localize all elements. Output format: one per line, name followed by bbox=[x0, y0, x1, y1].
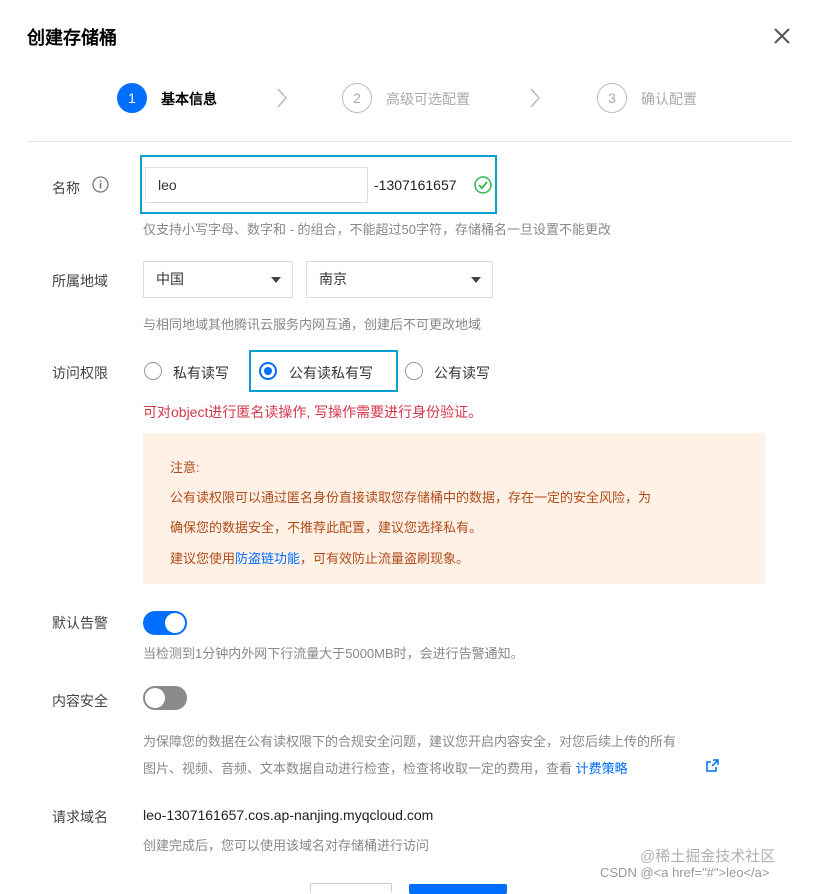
toggle-knob bbox=[145, 688, 165, 708]
name-help-text: 仅支持小写字母、数字和 - 的组合，不能超过50字符，存储桶名一旦设置不能更改 bbox=[143, 222, 612, 237]
access-label: 访问权限 bbox=[52, 365, 108, 381]
dropdown-caret-icon bbox=[471, 277, 481, 283]
next-button[interactable] bbox=[409, 884, 507, 894]
domain-help-text: 创建完成后，您可以使用该域名对存储桶进行访问 bbox=[143, 838, 430, 853]
check-circle-icon bbox=[474, 176, 492, 194]
bucket-name-suffix: -1307161657 bbox=[374, 177, 457, 193]
radio-public-readwrite-label[interactable]: 公有读写 bbox=[434, 363, 490, 383]
radio-private-label[interactable]: 私有读写 bbox=[173, 363, 229, 383]
access-warning: 可对object进行匿名读操作, 写操作需要进行身份验证。 bbox=[143, 404, 483, 420]
step-3-label: 确认配置 bbox=[641, 91, 697, 107]
chevron-right-icon bbox=[276, 87, 288, 109]
content-security-label: 内容安全 bbox=[52, 693, 108, 709]
step-1-label: 基本信息 bbox=[161, 91, 217, 107]
csdn-watermark: CSDN @<a href="#">leo</a> bbox=[600, 865, 770, 880]
notice-line-3: 建议您使用防盗链功能，可有效防止流量盗刷现象。 bbox=[170, 548, 469, 567]
notice-line-3-suffix: ，可有效防止流量盗刷现象。 bbox=[300, 551, 470, 566]
city-value: 南京 bbox=[319, 271, 347, 287]
step-2-number: 2 bbox=[342, 83, 372, 113]
close-icon[interactable] bbox=[770, 24, 794, 48]
dropdown-caret-icon bbox=[271, 277, 281, 283]
alarm-label: 默认告警 bbox=[52, 615, 108, 631]
content-security-help-1: 为保障您的数据在公有读权限下的合规安全问题，建议您开启内容安全，对您后续上传的所… bbox=[143, 734, 677, 749]
alarm-toggle[interactable] bbox=[143, 611, 187, 635]
step-3-number: 3 bbox=[597, 83, 627, 113]
notice-line-3-prefix: 建议您使用 bbox=[170, 551, 236, 566]
radio-public-readwrite[interactable] bbox=[405, 362, 423, 380]
radio-public-read-label[interactable]: 公有读私有写 bbox=[289, 363, 373, 383]
content-security-toggle[interactable] bbox=[143, 686, 187, 710]
notice-title: 注意: bbox=[170, 460, 200, 475]
previous-button[interactable] bbox=[310, 883, 392, 893]
dialog-title: 创建存储桶 bbox=[27, 28, 117, 48]
juejin-watermark: @稀土掘金技术社区 bbox=[640, 848, 776, 865]
content-security-help-2-text: 图片、视频、音频、文本数据自动进行检查，检查将收取一定的费用，查看 bbox=[143, 761, 573, 776]
bucket-name-input[interactable]: leo bbox=[145, 167, 368, 203]
content-security-help-2: 图片、视频、音频、文本数据自动进行检查，检查将收取一定的费用，查看 计费策略 bbox=[143, 758, 628, 777]
info-icon[interactable] bbox=[92, 176, 109, 193]
domain-label: 请求域名 bbox=[52, 809, 108, 825]
name-label: 名称 bbox=[52, 180, 80, 196]
radio-public-read[interactable] bbox=[259, 362, 277, 380]
region-help-text: 与相同地域其他腾讯云服务内网互通，创建后不可更改地域 bbox=[143, 317, 482, 332]
external-link-icon[interactable] bbox=[706, 759, 719, 772]
country-value: 中国 bbox=[156, 271, 184, 287]
hotlink-protection-link[interactable]: 防盗链功能 bbox=[235, 551, 300, 566]
city-select[interactable]: 南京 bbox=[306, 261, 493, 298]
billing-policy-link[interactable]: 计费策略 bbox=[576, 761, 628, 776]
divider bbox=[27, 141, 791, 142]
chevron-right-icon bbox=[529, 87, 541, 109]
region-label: 所属地域 bbox=[52, 273, 108, 289]
step-2-label: 高级可选配置 bbox=[386, 91, 470, 107]
toggle-knob bbox=[165, 613, 185, 633]
notice-line-1: 公有读权限可以通过匿名身份直接读取您存储桶中的数据，存在一定的安全风险，为 bbox=[170, 490, 652, 505]
alarm-help-text: 当检测到1分钟内外网下行流量大于5000MB时，会进行告警通知。 bbox=[143, 646, 524, 661]
step-1-number: 1 bbox=[117, 83, 147, 113]
radio-private[interactable] bbox=[144, 362, 162, 380]
domain-value: leo-1307161657.cos.ap-nanjing.myqcloud.c… bbox=[143, 807, 434, 823]
notice-line-2: 确保您的数据安全，不推荐此配置，建议您选择私有。 bbox=[170, 520, 483, 535]
